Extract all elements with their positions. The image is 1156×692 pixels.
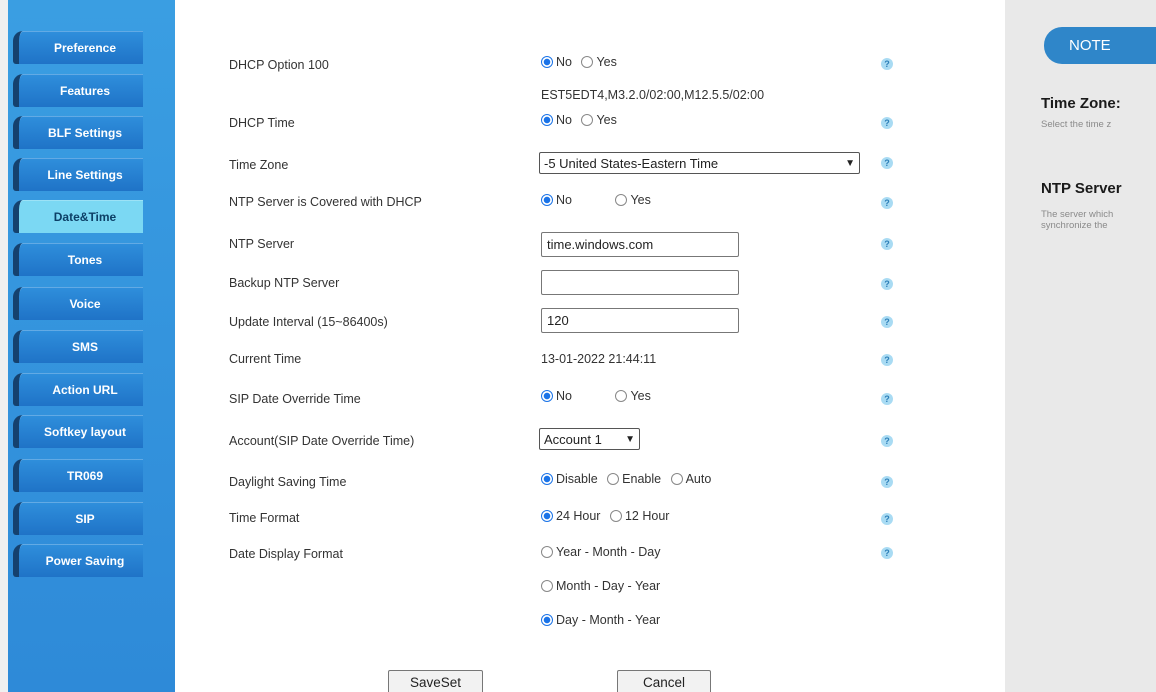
help-icon[interactable]: ? <box>881 393 893 405</box>
dst-enable[interactable]: Enable <box>607 472 661 486</box>
time-format-12[interactable]: 12 Hour <box>609 509 669 523</box>
help-icon[interactable]: ? <box>881 435 893 447</box>
sidebar-item-tones[interactable]: Tones <box>13 243 143 276</box>
time-zone-label: Time Zone <box>229 158 289 172</box>
settings-form: DHCP Option 100 No Yes ? EST5EDT4,M3.2.0… <box>175 0 1005 692</box>
note-ntp-server-text-2: synchronize the <box>1041 220 1108 231</box>
sidebar-item-action-url[interactable]: Action URL <box>13 373 143 406</box>
account-select[interactable]: Account 1 ▼ <box>539 428 640 450</box>
dhcp-time-value: EST5EDT4,M3.2.0/02:00,M12.5.5/02:00 <box>541 88 765 102</box>
sidebar: Preference Features BLF Settings Line Se… <box>0 0 175 692</box>
update-interval-label: Update Interval (15~86400s) <box>229 315 388 329</box>
dhcp-time-no[interactable]: No <box>541 113 572 127</box>
dst-disable[interactable]: Disable <box>541 472 598 486</box>
help-icon[interactable]: ? <box>881 238 893 250</box>
ntp-server-label: NTP Server <box>229 237 295 251</box>
dhcp-option-100-yes[interactable]: Yes <box>581 55 617 69</box>
help-icon[interactable]: ? <box>881 58 893 70</box>
dhcp-time-yes[interactable]: Yes <box>581 113 617 127</box>
sidebar-item-line-settings[interactable]: Line Settings <box>13 158 143 191</box>
backup-ntp-label: Backup NTP Server <box>229 276 340 290</box>
account-override-label: Account(SIP Date Override Time) <box>229 434 415 448</box>
sidebar-item-power-saving[interactable]: Power Saving <box>13 544 143 577</box>
time-zone-select[interactable]: -5 United States-Eastern Time ▼ <box>539 152 860 174</box>
radio-icon[interactable] <box>607 473 620 485</box>
date-format-ymd[interactable]: Year - Month - Day <box>541 545 660 559</box>
radio-selected-icon[interactable] <box>541 510 553 522</box>
sidebar-item-sip[interactable]: SIP <box>13 502 143 535</box>
cancel-button[interactable]: Cancel <box>617 670 711 692</box>
radio-icon[interactable] <box>615 194 628 206</box>
radio-icon[interactable] <box>581 56 594 68</box>
date-format-label: Date Display Format <box>229 547 343 561</box>
note-panel: NOTE Time Zone: Select the time z NTP Se… <box>1005 0 1156 692</box>
help-icon[interactable]: ? <box>881 157 893 169</box>
dhcp-time-label: DHCP Time <box>229 116 295 130</box>
radio-selected-icon[interactable] <box>541 390 553 402</box>
note-time-zone-title: Time Zone: <box>1041 95 1121 112</box>
radio-icon[interactable] <box>615 390 628 402</box>
help-icon[interactable]: ? <box>881 476 893 488</box>
time-format-24[interactable]: 24 Hour <box>541 509 600 523</box>
help-icon[interactable]: ? <box>881 316 893 328</box>
sidebar-item-date-time[interactable]: Date&Time <box>13 200 143 233</box>
sip-override-yes[interactable]: Yes <box>615 389 651 403</box>
sip-override-no[interactable]: No <box>541 389 572 403</box>
help-icon[interactable]: ? <box>881 278 893 290</box>
help-icon[interactable]: ? <box>881 354 893 366</box>
ntp-server-input[interactable] <box>541 232 739 257</box>
help-icon[interactable]: ? <box>881 513 893 525</box>
chevron-down-icon: ▼ <box>625 433 635 445</box>
help-icon[interactable]: ? <box>881 117 893 129</box>
help-icon[interactable]: ? <box>881 197 893 209</box>
dhcp-option-100-radios: No Yes <box>541 55 623 69</box>
ntp-covered-yes[interactable]: Yes <box>615 193 651 207</box>
radio-selected-icon[interactable] <box>541 473 553 485</box>
radio-selected-icon[interactable] <box>541 114 553 126</box>
radio-selected-icon[interactable] <box>541 56 553 68</box>
time-format-radios: 24 Hour 12 Hour <box>541 509 675 523</box>
radio-selected-icon[interactable] <box>541 614 553 626</box>
sidebar-item-preference[interactable]: Preference <box>13 31 143 64</box>
sidebar-item-features[interactable]: Features <box>13 74 143 107</box>
dhcp-option-100-label: DHCP Option 100 <box>229 58 329 72</box>
note-ntp-server-text-1: The server which <box>1041 209 1114 220</box>
ntp-covered-radios: No Yes <box>541 193 657 207</box>
current-time-label: Current Time <box>229 352 302 366</box>
saveset-button[interactable]: SaveSet <box>388 670 483 692</box>
sidebar-item-tr069[interactable]: TR069 <box>13 459 143 492</box>
note-tab: NOTE <box>1044 27 1156 64</box>
note-ntp-server-title: NTP Server <box>1041 180 1122 197</box>
sidebar-item-softkey-layout[interactable]: Softkey layout <box>13 415 143 448</box>
sip-override-label: SIP Date Override Time <box>229 392 361 406</box>
chevron-down-icon: ▼ <box>845 157 855 169</box>
date-format-dmy[interactable]: Day - Month - Year <box>541 613 660 627</box>
sidebar-item-voice[interactable]: Voice <box>13 287 143 320</box>
radio-icon[interactable] <box>609 510 622 522</box>
note-time-zone-text: Select the time z <box>1041 119 1112 130</box>
radio-selected-icon[interactable] <box>541 194 553 206</box>
radio-icon[interactable] <box>670 473 683 485</box>
dhcp-time-radios: No Yes <box>541 113 623 127</box>
dst-radios: Disable Enable Auto <box>541 472 717 486</box>
update-interval-input[interactable] <box>541 308 739 333</box>
ntp-covered-label: NTP Server is Covered with DHCP <box>229 195 422 209</box>
date-format-mdy[interactable]: Month - Day - Year <box>541 579 660 593</box>
radio-icon[interactable] <box>581 114 594 126</box>
sip-override-radios: No Yes <box>541 389 657 403</box>
time-format-label: Time Format <box>229 511 300 525</box>
dst-label: Daylight Saving Time <box>229 475 347 489</box>
radio-icon[interactable] <box>541 546 553 558</box>
sidebar-item-sms[interactable]: SMS <box>13 330 143 363</box>
current-time-value: 13-01-2022 21:44:11 <box>541 352 657 366</box>
backup-ntp-input[interactable] <box>541 270 739 295</box>
ntp-covered-no[interactable]: No <box>541 193 572 207</box>
sidebar-item-blf-settings[interactable]: BLF Settings <box>13 116 143 149</box>
dst-auto[interactable]: Auto <box>670 472 711 486</box>
dhcp-option-100-no[interactable]: No <box>541 55 572 69</box>
radio-icon[interactable] <box>541 580 553 592</box>
help-icon[interactable]: ? <box>881 547 893 559</box>
